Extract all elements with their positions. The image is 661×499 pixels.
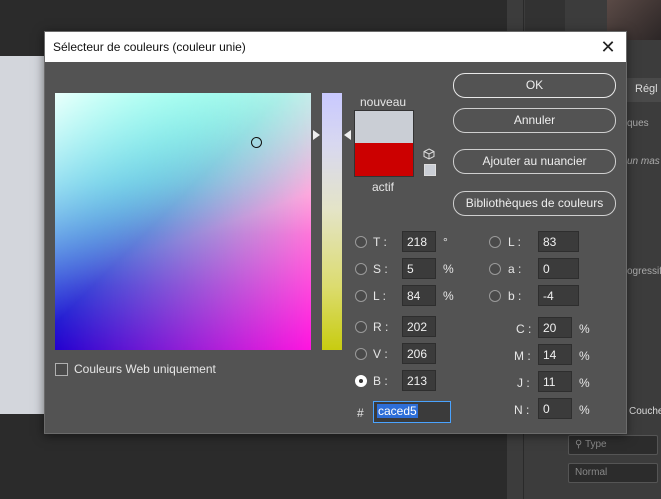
brightness-label: L :: [373, 289, 386, 303]
lab-a-input[interactable]: [538, 258, 579, 279]
black-input[interactable]: [538, 398, 572, 419]
cyan-input[interactable]: [538, 317, 572, 338]
lab-l-label: L :: [508, 235, 521, 249]
magenta-input[interactable]: [538, 344, 572, 365]
panel-text-2: un mas: [627, 156, 660, 167]
color-field-highlight: [55, 93, 311, 350]
hue-unit: °: [443, 235, 448, 249]
hue-input[interactable]: [402, 231, 436, 252]
lab-l-input[interactable]: [538, 231, 579, 252]
layers-tab[interactable]: Couche: [629, 406, 661, 417]
magenta-label: M :: [514, 349, 531, 363]
black-label: N :: [514, 403, 530, 417]
yellow-unit: %: [579, 376, 590, 390]
hex-label: #: [357, 406, 364, 420]
panel-text-1: ques: [627, 118, 649, 129]
new-color-swatch: [354, 110, 414, 143]
black-unit: %: [579, 403, 590, 417]
hue-label: T :: [373, 235, 387, 249]
red-input[interactable]: [402, 316, 436, 337]
radio-blue[interactable]: [355, 375, 367, 387]
saturation-input[interactable]: [402, 258, 436, 279]
layer-filter-input[interactable]: ⚲ Type: [568, 435, 658, 455]
radio-red[interactable]: [355, 321, 367, 333]
web-safe-swatch[interactable]: [424, 164, 436, 176]
radio-brightness[interactable]: [355, 290, 367, 302]
layer-filter-placeholder: Type: [584, 439, 607, 450]
add-to-swatches-button[interactable]: Ajouter au nuancier: [453, 149, 616, 174]
radio-lab-l[interactable]: [489, 236, 501, 248]
blue-label: B :: [373, 374, 388, 388]
document-canvas: [0, 56, 44, 414]
saturation-label: S :: [373, 262, 388, 276]
hex-input[interactable]: caced5: [373, 401, 451, 423]
close-icon[interactable]: ✕: [596, 35, 620, 59]
web-safe-cube-icon[interactable]: [423, 148, 435, 160]
brightness-input[interactable]: [402, 285, 436, 306]
cancel-button[interactable]: Annuler: [453, 108, 616, 133]
cyan-unit: %: [579, 322, 590, 336]
brightness-unit: %: [443, 289, 454, 303]
yellow-input[interactable]: [538, 371, 572, 392]
web-colors-checkbox[interactable]: [55, 363, 68, 376]
blend-mode-select[interactable]: Normal: [568, 463, 658, 483]
radio-saturation[interactable]: [355, 263, 367, 275]
hex-value: caced5: [377, 404, 418, 418]
lab-b-label: b :: [508, 289, 522, 303]
red-label: R :: [373, 320, 389, 334]
radio-green[interactable]: [355, 348, 367, 360]
slider-handle-right-icon[interactable]: [344, 130, 351, 140]
tab-adjustments[interactable]: Régl: [627, 78, 661, 102]
brightness-slider[interactable]: [322, 93, 342, 350]
saturation-unit: %: [443, 262, 454, 276]
color-picker-dialog: Sélecteur de couleurs (couleur unie) ✕ n…: [44, 31, 627, 434]
web-colors-label: Couleurs Web uniquement: [74, 362, 216, 376]
new-color-label: nouveau: [360, 95, 407, 109]
current-color-swatch[interactable]: [354, 143, 414, 177]
color-cursor-ring[interactable]: [251, 137, 262, 148]
ok-button[interactable]: OK: [453, 73, 616, 98]
panel-text-3: ogressif: [627, 266, 661, 277]
current-color-label: actif: [372, 180, 395, 194]
slider-handle-left-icon[interactable]: [313, 130, 320, 140]
dialog-titlebar: Sélecteur de couleurs (couleur unie) ✕: [45, 32, 626, 62]
search-icon: ⚲: [575, 439, 583, 450]
radio-lab-a[interactable]: [489, 263, 501, 275]
cyan-label: C :: [516, 322, 532, 336]
color-field[interactable]: [55, 93, 311, 350]
lab-b-input[interactable]: [538, 285, 579, 306]
radio-lab-b[interactable]: [489, 290, 501, 302]
yellow-label: J :: [517, 376, 530, 390]
color-libraries-button[interactable]: Bibliothèques de couleurs: [453, 191, 616, 216]
blue-input[interactable]: [402, 370, 436, 391]
magenta-unit: %: [579, 349, 590, 363]
green-input[interactable]: [402, 343, 436, 364]
dialog-title: Sélecteur de couleurs (couleur unie): [53, 40, 246, 54]
lab-a-label: a :: [508, 262, 522, 276]
radio-hue[interactable]: [355, 236, 367, 248]
green-label: V :: [373, 347, 388, 361]
